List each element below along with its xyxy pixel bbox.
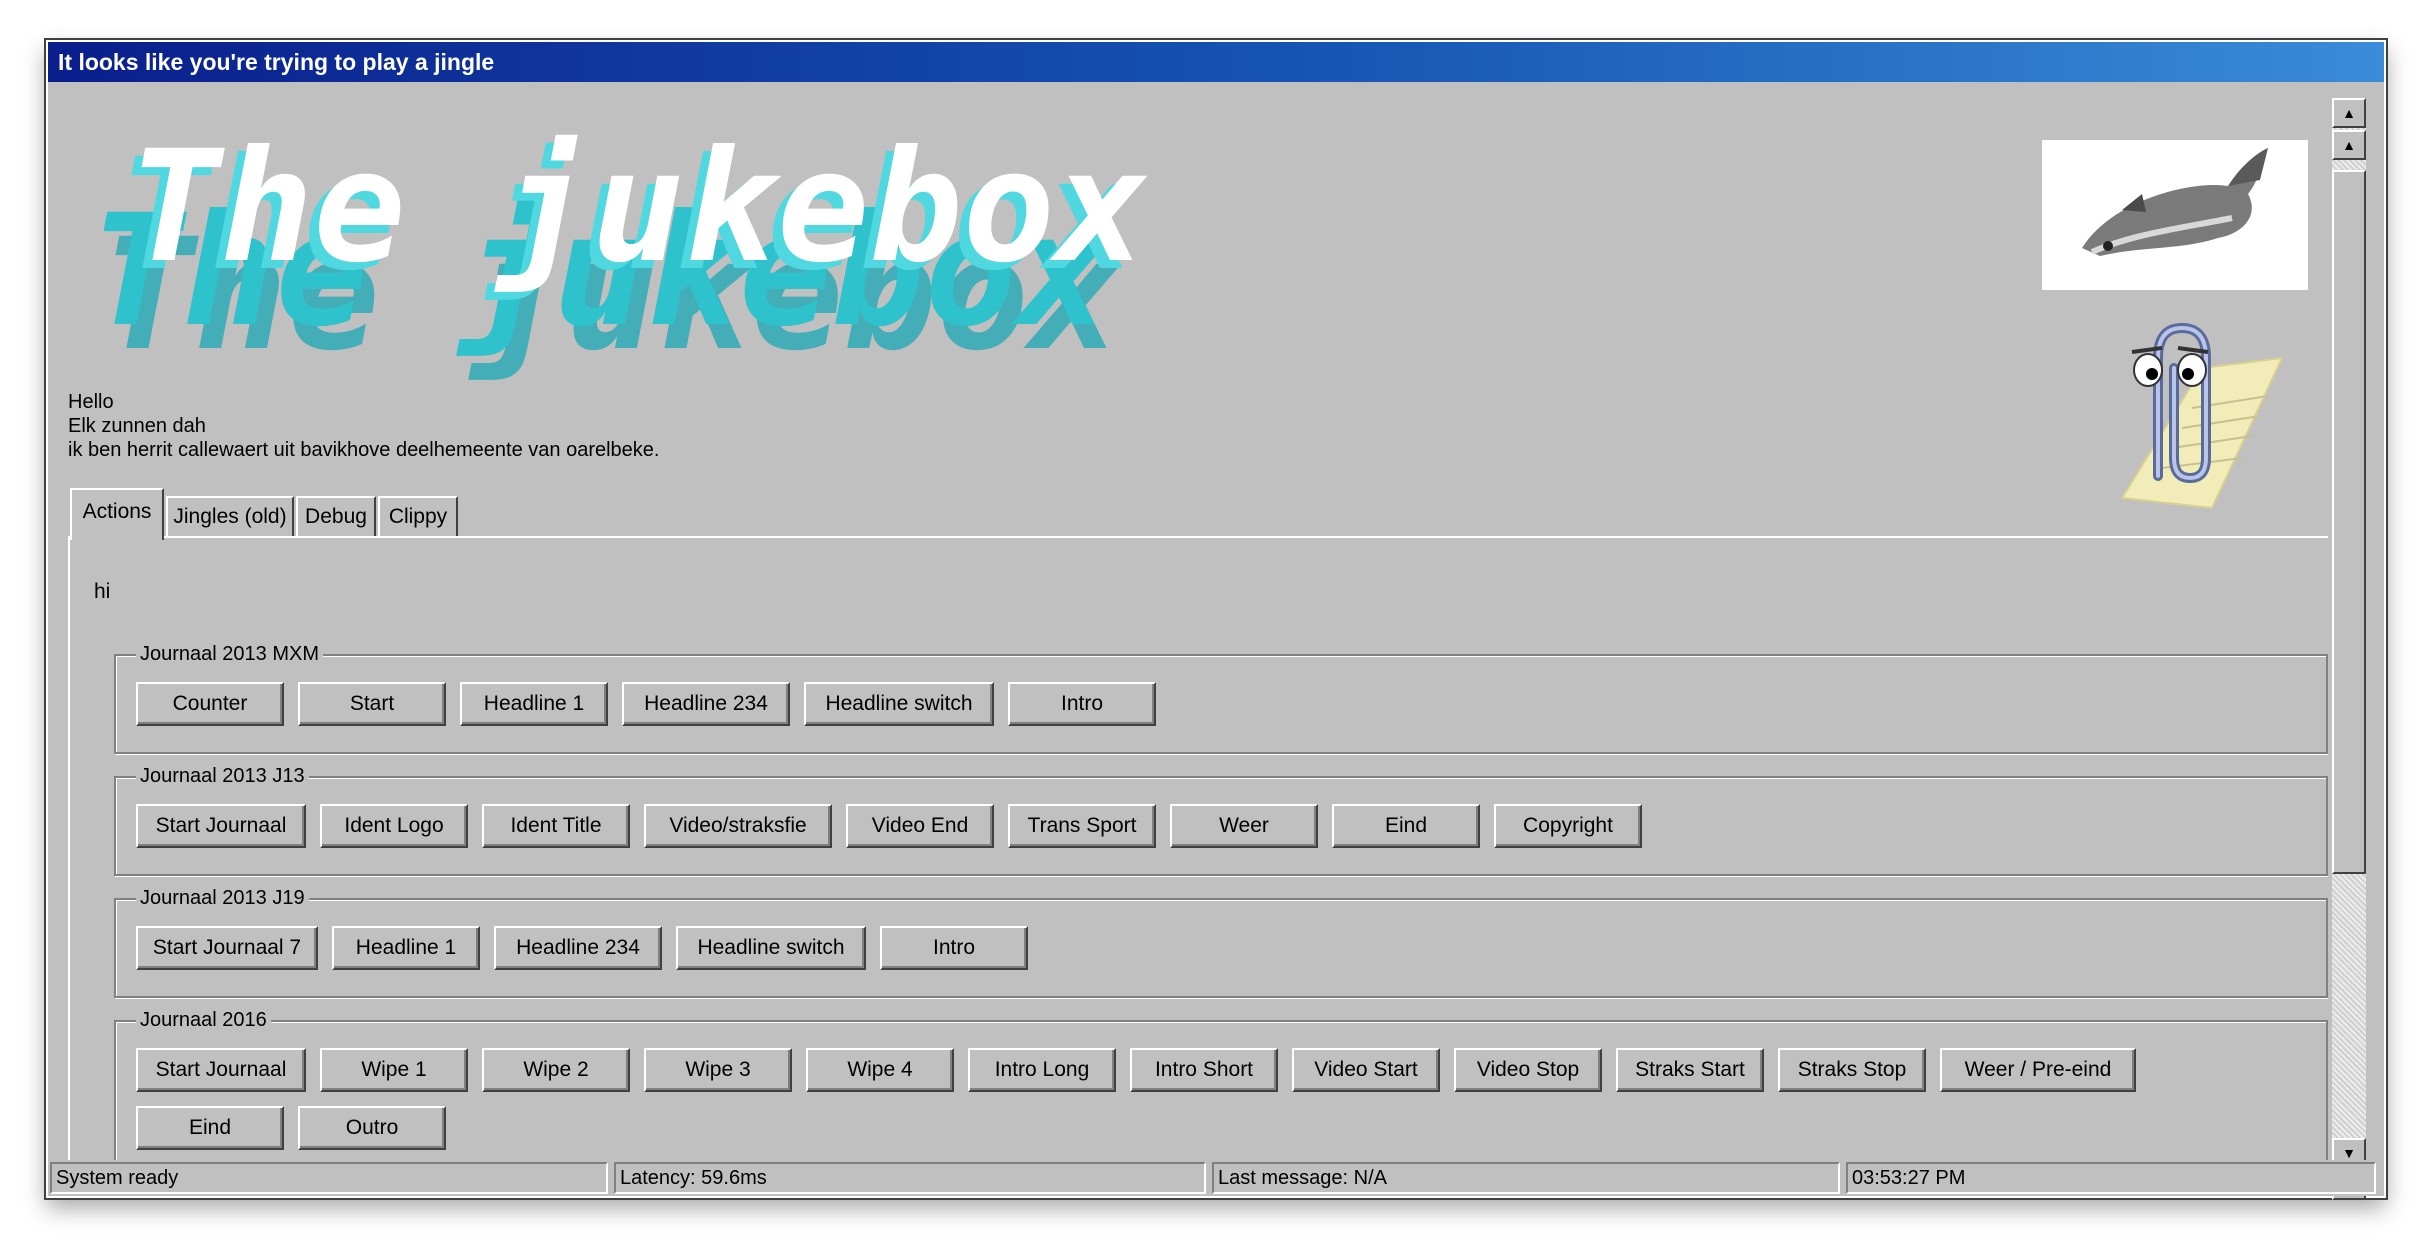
tab-clippy[interactable]: Clippy — [378, 496, 458, 536]
greeting-text: Hello Elk zunnen dah ik ben herrit calle… — [68, 390, 659, 462]
start-journaal-7-button[interactable]: Start Journaal 7 — [136, 926, 318, 970]
video-stop-button[interactable]: Video Stop — [1454, 1048, 1602, 1092]
main-content: The jukebox The jukebox The jukebox The … — [48, 82, 2328, 1194]
start-journaal-button[interactable]: Start Journaal — [136, 804, 306, 848]
scroll-up-icon[interactable]: ▲ — [2332, 130, 2366, 160]
straks-start-button[interactable]: Straks Start — [1616, 1048, 1764, 1092]
title-bar[interactable]: It looks like you're trying to play a ji… — [48, 42, 2384, 82]
counter-button[interactable]: Counter — [136, 682, 284, 726]
copyright-button[interactable]: Copyright — [1494, 804, 1642, 848]
group-title: Journaal 2013 MXM — [136, 640, 323, 668]
status-bar: System ready Latency: 59.6ms Last messag… — [48, 1160, 2382, 1196]
greeting-line: ik ben herrit callewaert uit bavikhove d… — [68, 439, 660, 461]
outro-button[interactable]: Outro — [298, 1106, 446, 1150]
tab-debug[interactable]: Debug — [296, 496, 376, 536]
scroll-up-icon[interactable]: ▲ — [2332, 98, 2366, 128]
eind-button[interactable]: Eind — [136, 1106, 284, 1150]
headline-234-button[interactable]: Headline 234 — [622, 682, 790, 726]
app-window: It looks like you're trying to play a ji… — [44, 38, 2388, 1200]
trans-sport-button[interactable]: Trans Sport — [1008, 804, 1156, 848]
group-journaal-2016: Journaal 2016 Start Journaal Wipe 1 Wipe… — [114, 1006, 2328, 1178]
jukebox-logo: The jukebox The jukebox The jukebox The … — [90, 118, 1148, 385]
intro-button[interactable]: Intro — [1008, 682, 1156, 726]
group-title: Journaal 2013 J19 — [136, 884, 309, 912]
panel-intro-text: hi — [94, 580, 111, 603]
greeting-line: Elk zunnen dah — [68, 415, 206, 437]
wipe-4-button[interactable]: Wipe 4 — [806, 1048, 954, 1092]
weer-pre-eind-button[interactable]: Weer / Pre-eind — [1940, 1048, 2136, 1092]
intro-button[interactable]: Intro — [880, 926, 1028, 970]
tab-jingles-old[interactable]: Jingles (old) — [166, 496, 294, 536]
headline-switch-button[interactable]: Headline switch — [676, 926, 866, 970]
clippy-assistant — [2120, 322, 2284, 510]
video-end-button[interactable]: Video End — [846, 804, 994, 848]
status-last-message: Last message: N/A — [1212, 1162, 1840, 1194]
logo-main-text: The jukebox — [128, 118, 1148, 297]
wipe-3-button[interactable]: Wipe 3 — [644, 1048, 792, 1092]
group-title: Journaal 2016 — [136, 1006, 271, 1034]
start-journaal-button[interactable]: Start Journaal — [136, 1048, 306, 1092]
headline-1-button[interactable]: Headline 1 — [460, 682, 608, 726]
scrollbar-thumb[interactable] — [2332, 170, 2366, 874]
wipe-2-button[interactable]: Wipe 2 — [482, 1048, 630, 1092]
video-straksfie-button[interactable]: Video/straksfie — [644, 804, 832, 848]
intro-long-button[interactable]: Intro Long — [968, 1048, 1116, 1092]
intro-short-button[interactable]: Intro Short — [1130, 1048, 1278, 1092]
status-state: System ready — [50, 1162, 608, 1194]
group-journaal-2013-j13: Journaal 2013 J13 Start Journaal Ident L… — [114, 762, 2328, 876]
group-title: Journaal 2013 J13 — [136, 762, 309, 790]
status-latency: Latency: 59.6ms — [614, 1162, 1206, 1194]
video-start-button[interactable]: Video Start — [1292, 1048, 1440, 1092]
group-journaal-2013-mxm: Journaal 2013 MXM Counter Start Headline… — [114, 640, 2328, 754]
group-journaal-2013-j19: Journaal 2013 J19 Start Journaal 7 Headl… — [114, 884, 2328, 998]
fish-image — [2042, 140, 2308, 290]
ident-logo-button[interactable]: Ident Logo — [320, 804, 468, 848]
weer-button[interactable]: Weer — [1170, 804, 1318, 848]
headline-1-button[interactable]: Headline 1 — [332, 926, 480, 970]
status-clock: 03:53:27 PM — [1846, 1162, 2376, 1194]
start-button[interactable]: Start — [298, 682, 446, 726]
wipe-1-button[interactable]: Wipe 1 — [320, 1048, 468, 1092]
actions-panel: hi Journaal 2013 MXM Counter Start Headl… — [68, 536, 2328, 1194]
eind-button[interactable]: Eind — [1332, 804, 1480, 848]
headline-234-button[interactable]: Headline 234 — [494, 926, 662, 970]
straks-stop-button[interactable]: Straks Stop — [1778, 1048, 1926, 1092]
ident-title-button[interactable]: Ident Title — [482, 804, 630, 848]
greeting-line: Hello — [68, 391, 114, 413]
vertical-scrollbar[interactable]: ▲ ▲ ▼ ▼ — [2332, 98, 2366, 1200]
headline-switch-button[interactable]: Headline switch — [804, 682, 994, 726]
tab-actions[interactable]: Actions — [70, 488, 164, 540]
